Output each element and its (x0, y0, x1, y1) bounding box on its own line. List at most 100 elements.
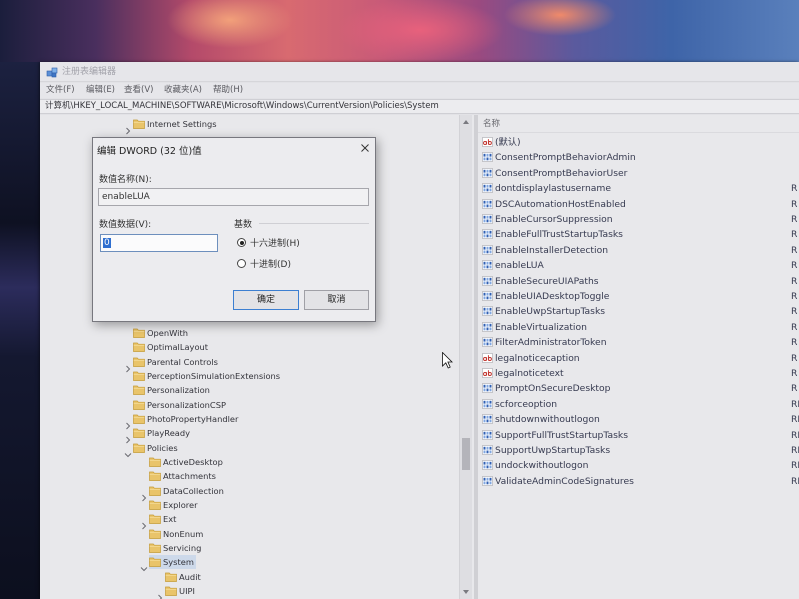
tree-node[interactable]: Ext (149, 512, 178, 526)
value-row-enableuiadesktoptoggle[interactable]: EnableUIADesktopToggle R (478, 289, 799, 304)
value-row-enablecursorsuppression[interactable]: EnableCursorSuppression R (478, 212, 799, 227)
scroll-up-arrow-icon[interactable] (462, 119, 470, 125)
dword-value-icon (482, 429, 493, 440)
value-type-cell: R (791, 383, 798, 395)
tree-item-personalization[interactable]: Personalization (40, 383, 459, 397)
value-name: EnableInstallerDetection (495, 244, 609, 256)
value-row-filteradministratortoken[interactable]: FilterAdministratorToken R (478, 335, 799, 350)
tree-node[interactable]: Parental Controls (133, 355, 220, 369)
value-row-shutdownwithoutlogon[interactable]: shutdownwithoutlogon RE (478, 412, 799, 427)
menu-favorites[interactable]: 收藏夹(A) (164, 83, 202, 98)
value-data-input[interactable]: 0 (100, 234, 218, 252)
value-row-validateadmincodesignatures[interactable]: ValidateAdminCodeSignatures RE (478, 474, 799, 489)
value-row-enablelua[interactable]: enableLUA R (478, 258, 799, 273)
tree-node[interactable]: NonEnum (149, 527, 205, 541)
cancel-button[interactable]: 取消 (304, 290, 369, 310)
value-row-scforceoption[interactable]: scforceoption RE (478, 397, 799, 412)
tree-item-datacollection[interactable]: DataCollection (40, 484, 459, 501)
value-row-default[interactable]: (默认) (478, 135, 799, 150)
value-row-dontdisplaylastusername[interactable]: dontdisplaylastusername R (478, 181, 799, 196)
decimal-radio[interactable] (237, 259, 246, 268)
tree-node[interactable]: OpenWith (133, 326, 190, 340)
tree-node[interactable]: OptimalLayout (133, 340, 210, 354)
tree-item-activedesktop[interactable]: ActiveDesktop (40, 455, 459, 469)
value-row-enableuwpstartuptasks[interactable]: EnableUwpStartupTasks R (478, 304, 799, 319)
tree-item-openwith[interactable]: OpenWith (40, 326, 459, 340)
address-bar[interactable]: 计算机\HKEY_LOCAL_MACHINE\SOFTWARE\Microsof… (40, 99, 799, 114)
tree-item-policies[interactable]: Policies (40, 441, 459, 457)
value-row-enablesecureuiapaths[interactable]: EnableSecureUIAPaths R (478, 274, 799, 289)
tree-item-explorer[interactable]: Explorer (40, 498, 459, 512)
tree-node[interactable]: UIPI (165, 584, 197, 598)
tree-item-audit[interactable]: Audit (40, 570, 459, 584)
decimal-radio-label[interactable]: 十进制(D) (250, 257, 291, 270)
values-list-pane[interactable]: 名称 (默认) ConsentPromptBehaviorAdmin Consent… (478, 115, 799, 599)
tree-item-perceptionsimulationextensions[interactable]: PerceptionSimulationExtensions (40, 369, 459, 383)
tree-node[interactable]: PhotoPropertyHandler (133, 412, 240, 426)
expand-arrow-icon[interactable] (124, 120, 132, 135)
tree-node[interactable]: Explorer (149, 498, 200, 512)
tree-item-optimallayout[interactable]: OptimalLayout (40, 340, 459, 354)
hexadecimal-radio-label[interactable]: 十六进制(H) (250, 236, 300, 249)
expand-arrow-icon[interactable] (156, 587, 164, 599)
menu-file[interactable]: 文件(F) (46, 83, 75, 98)
menu-bar: 文件(F) 编辑(E) 查看(V) 收藏夹(A) 帮助(H) (40, 83, 799, 98)
scroll-down-arrow-icon[interactable] (462, 589, 470, 595)
tree-node[interactable]: Audit (165, 570, 203, 584)
value-row-consentpromptbehavioruser[interactable]: ConsentPromptBehaviorUser (478, 166, 799, 181)
tree-item-photopropertyhandler[interactable]: PhotoPropertyHandler (40, 412, 459, 430)
tree-node[interactable]: Policies (133, 441, 180, 455)
value-name: shutdownwithoutlogon (495, 414, 600, 426)
value-row-dscautomationhostenabled[interactable]: DSCAutomationHostEnabled R (478, 197, 799, 212)
tree-vertical-scrollbar[interactable] (459, 115, 472, 599)
collapse-arrow-icon[interactable] (140, 558, 148, 572)
tree-node[interactable]: ActiveDesktop (149, 455, 225, 469)
tree-item-nonenum[interactable]: NonEnum (40, 527, 459, 541)
tree-node[interactable]: System (149, 555, 196, 570)
value-row-legalnoticecaption[interactable]: legalnoticecaption R (478, 351, 799, 366)
value-row-undockwithoutlogon[interactable]: undockwithoutlogon RE (478, 458, 799, 473)
tree-item-ext[interactable]: Ext (40, 512, 459, 530)
registry-editor-icon (46, 67, 58, 78)
tree-item-attachments[interactable]: Attachments (40, 469, 459, 483)
tree-node[interactable]: DataCollection (149, 484, 226, 498)
value-row-consentpromptbehavioradmin[interactable]: ConsentPromptBehaviorAdmin (478, 150, 799, 165)
menu-help[interactable]: 帮助(H) (213, 83, 243, 98)
ok-button[interactable]: 确定 (233, 290, 299, 310)
tree-node[interactable]: Internet Settings (133, 117, 219, 131)
tree-item-servicing[interactable]: Servicing (40, 541, 459, 555)
value-row-supportuwpstartuptasks[interactable]: SupportUwpStartupTasks RE (478, 443, 799, 458)
tree-item-playready[interactable]: PlayReady (40, 426, 459, 444)
hexadecimal-radio[interactable] (237, 238, 246, 247)
close-icon[interactable] (360, 143, 370, 153)
expand-arrow-icon[interactable] (124, 429, 132, 444)
menu-view[interactable]: 查看(V) (124, 83, 153, 98)
value-row-enablevirtualization[interactable]: EnableVirtualization R (478, 320, 799, 335)
menu-edit[interactable]: 编辑(E) (86, 83, 115, 98)
tree-item-personalizationcsp[interactable]: PersonalizationCSP (40, 398, 459, 412)
expand-arrow-icon[interactable] (124, 358, 132, 373)
value-name-field[interactable]: enableLUA (98, 188, 369, 206)
value-row-legalnoticetext[interactable]: legalnoticetext R (478, 366, 799, 381)
expand-arrow-icon[interactable] (140, 515, 148, 530)
tree-item-internet-settings[interactable]: Internet Settings (40, 117, 459, 135)
tree-item-parental-controls[interactable]: Parental Controls (40, 355, 459, 373)
tree-node[interactable]: PerceptionSimulationExtensions (133, 369, 282, 383)
tree-item-uipi[interactable]: UIPI (40, 584, 459, 599)
value-row-promptonsecuredesktop[interactable]: PromptOnSecureDesktop R (478, 381, 799, 396)
title-bar[interactable]: 注册表编辑器 (40, 62, 799, 82)
expand-arrow-icon[interactable] (124, 415, 132, 430)
collapse-arrow-icon[interactable] (124, 444, 132, 457)
value-row-enablefulltruststartuptasks[interactable]: EnableFullTrustStartupTasks R (478, 227, 799, 242)
tree-node[interactable]: Attachments (149, 469, 218, 483)
tree-item-system[interactable]: System (40, 555, 459, 572)
expand-arrow-icon[interactable] (140, 487, 148, 501)
value-row-supportfulltruststartuptasks[interactable]: SupportFullTrustStartupTasks RE (478, 428, 799, 443)
tree-node[interactable]: Personalization (133, 383, 212, 397)
scrollbar-thumb[interactable] (462, 438, 470, 470)
tree-node[interactable]: PersonalizationCSP (133, 398, 228, 412)
folder-icon (133, 385, 145, 396)
tree-node[interactable]: Servicing (149, 541, 203, 555)
value-row-enableinstallerdetection[interactable]: EnableInstallerDetection R (478, 243, 799, 258)
tree-node[interactable]: PlayReady (133, 426, 192, 440)
